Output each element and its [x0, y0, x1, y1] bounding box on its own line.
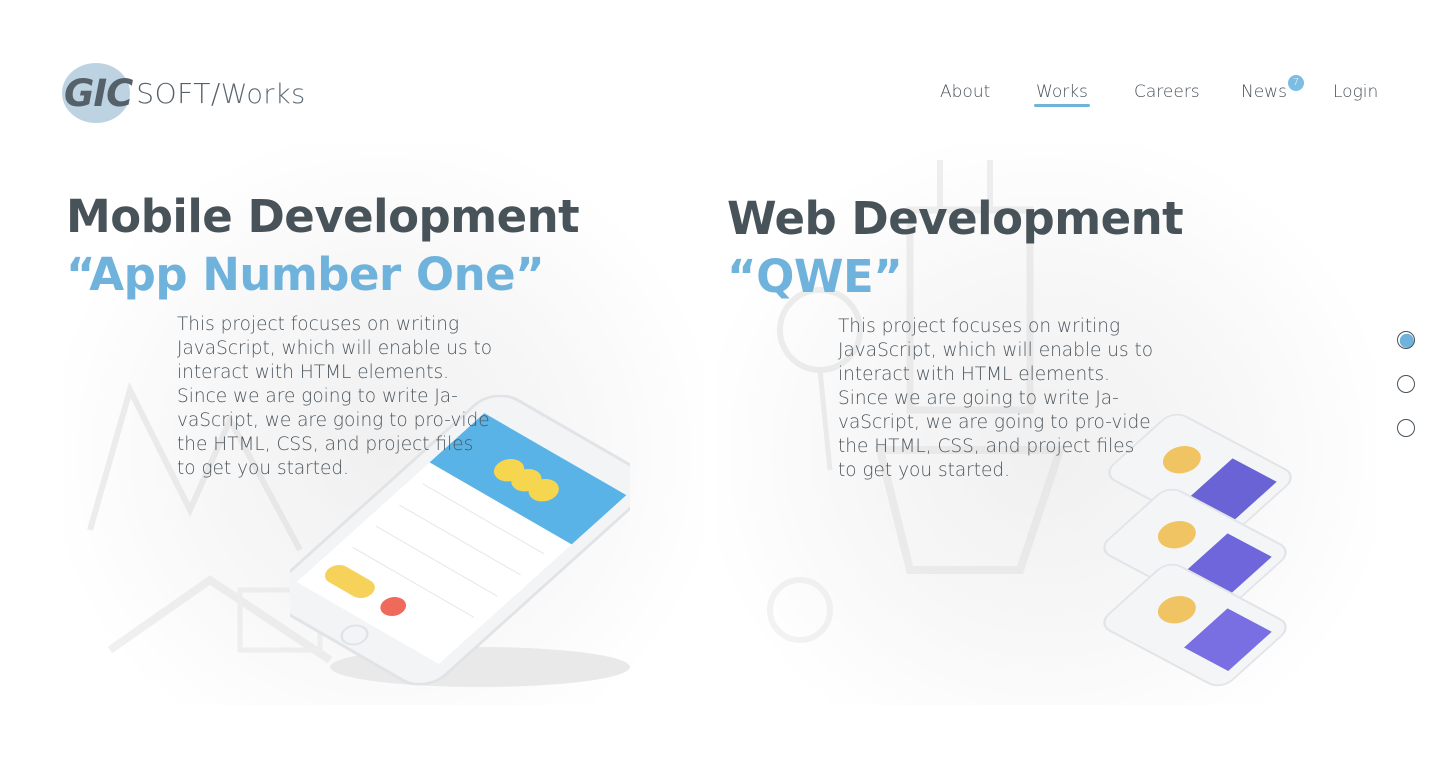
logo[interactable]: GIC SOFT/Works — [62, 62, 306, 124]
nav-news-label: News — [1241, 82, 1287, 102]
active-underline — [1034, 104, 1090, 107]
pager-dot-3[interactable] — [1397, 419, 1415, 437]
mobile-description: This project focuses on writing JavaScri… — [177, 314, 493, 479]
news-count-badge: 7 — [1287, 75, 1304, 91]
nav-works[interactable]: Works — [1034, 82, 1090, 107]
nav-works-label: Works — [1036, 82, 1088, 102]
nav-about[interactable]: About — [940, 82, 990, 102]
logo-soft: SOFT/Works — [136, 76, 306, 110]
pager-dot-1[interactable] — [1397, 331, 1415, 349]
pager-dot-2[interactable] — [1397, 375, 1415, 393]
nav-careers[interactable]: Careers — [1134, 82, 1200, 102]
logo-works: Works — [220, 78, 306, 110]
web-description: This project focuses on writing JavaScri… — [838, 316, 1154, 481]
nav-news[interactable]: News 7 — [1241, 75, 1304, 102]
mobile-title: Mobile Development — [66, 190, 580, 243]
logo-gic: GIC — [64, 71, 133, 115]
nav-login[interactable]: Login — [1333, 82, 1378, 102]
web-subtitle: “QWE” — [727, 250, 903, 303]
web-title: Web Development — [727, 192, 1184, 245]
mobile-subtitle: “App Number One” — [66, 248, 545, 301]
